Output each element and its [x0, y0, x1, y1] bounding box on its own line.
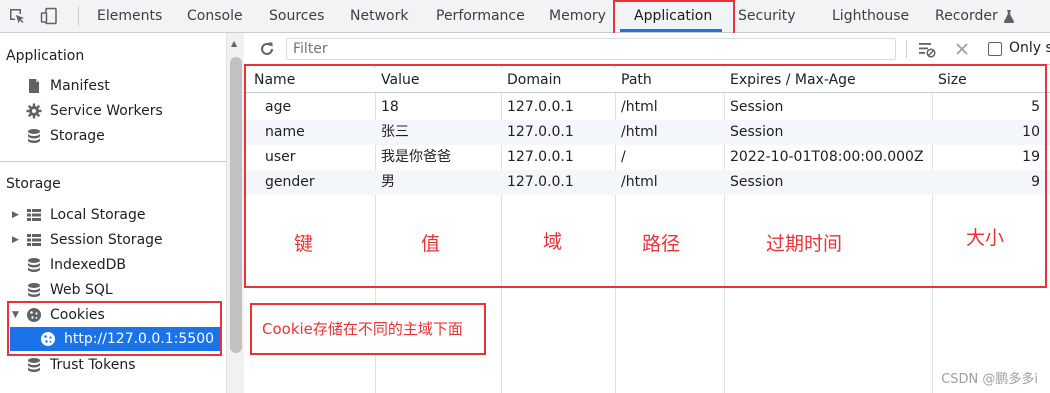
- devtools-tab-bar: Elements Console Sources Network Perform…: [0, 0, 1050, 33]
- cookies-toolbar: Only s: [244, 33, 1050, 65]
- document-icon: [29, 79, 39, 93]
- tab-sources[interactable]: Sources: [269, 0, 324, 32]
- sidebar-heading-storage: Storage: [6, 176, 61, 192]
- watermark: CSDN @鹏多多i: [941, 372, 1038, 387]
- annotation-highlight-cookie-origin: [7, 301, 222, 356]
- sidebar-item-label: Storage: [50, 128, 105, 144]
- tab-performance[interactable]: Performance: [436, 0, 525, 32]
- expand-caret-icon[interactable]: ▶: [12, 210, 19, 220]
- sidebar-item-label: Web SQL: [50, 282, 113, 298]
- device-toolbar-icon[interactable]: [40, 7, 58, 25]
- database-icon: [28, 358, 40, 372]
- recorder-flask-icon: [1003, 10, 1015, 23]
- annotation-highlight-application-tab: [613, 0, 735, 37]
- database-icon: [28, 258, 40, 272]
- sidebar-item-label: Trust Tokens: [50, 357, 136, 373]
- scrollbar-thumb[interactable]: [230, 57, 242, 353]
- annotation-highlight-cookie-table: [244, 64, 1047, 288]
- sidebar-item-label: IndexedDB: [50, 257, 126, 273]
- table-grid-icon: [27, 234, 41, 246]
- delete-selected-icon[interactable]: [953, 40, 971, 58]
- toolbar-divider: [906, 40, 907, 58]
- sidebar-item-label: Service Workers: [50, 103, 163, 119]
- sidebar-scrollbar[interactable]: ▲: [226, 33, 244, 393]
- sidebar-item-label: Session Storage: [50, 232, 163, 248]
- inspect-element-icon[interactable]: [8, 7, 26, 25]
- sidebar-item-label: Manifest: [50, 78, 110, 94]
- tab-memory[interactable]: Memory: [549, 0, 606, 32]
- sidebar-heading-application: Application: [6, 48, 85, 64]
- expand-caret-icon[interactable]: ▶: [12, 235, 19, 245]
- tab-elements[interactable]: Elements: [97, 0, 162, 32]
- scroll-up-arrow-icon[interactable]: ▲: [231, 39, 237, 48]
- tab-console[interactable]: Console: [187, 0, 243, 32]
- database-icon: [28, 283, 40, 297]
- gear-icon: [26, 103, 42, 119]
- clear-all-cookies-icon[interactable]: [918, 40, 936, 58]
- tab-lighthouse[interactable]: Lighthouse: [832, 0, 909, 32]
- filter-input[interactable]: [286, 38, 896, 60]
- only-show-issues-checkbox[interactable]: [988, 42, 1002, 56]
- table-grid-icon: [27, 209, 41, 221]
- tab-security[interactable]: Security: [738, 0, 796, 32]
- database-icon: [28, 129, 40, 143]
- sidebar-divider: [0, 161, 226, 162]
- annotation-cookie-domain-note: Cookie存储在不同的主域下面: [250, 303, 486, 355]
- refresh-icon[interactable]: [258, 40, 276, 58]
- toolbar-divider: [78, 6, 79, 26]
- tab-network[interactable]: Network: [350, 0, 408, 32]
- sidebar-item-label: Local Storage: [50, 207, 146, 223]
- annotation-cookie-note-text: Cookie存储在不同的主域下面: [262, 320, 463, 338]
- tab-recorder[interactable]: Recorder: [935, 0, 998, 32]
- only-show-issues-label: Only s: [1009, 40, 1050, 56]
